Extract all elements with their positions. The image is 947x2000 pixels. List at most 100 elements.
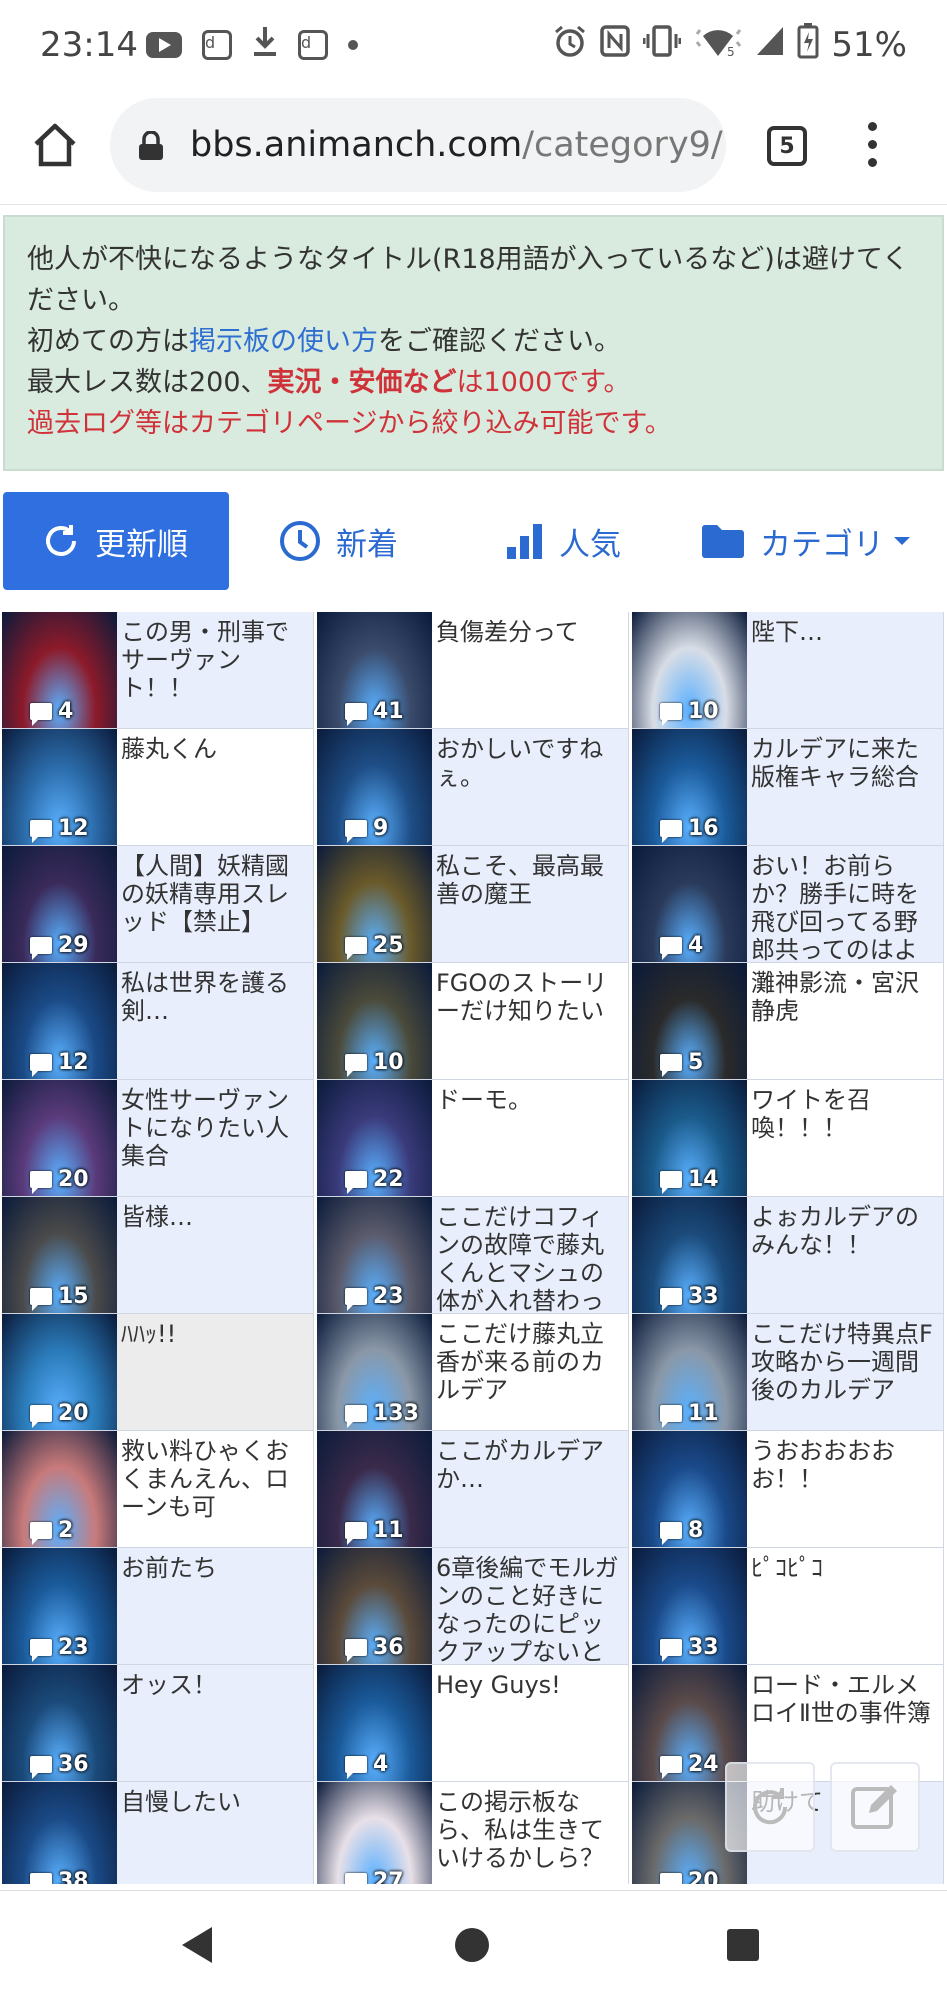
thread-thumbnail: 15 <box>2 1197 117 1313</box>
d-app-icon: d <box>202 30 232 60</box>
refresh-fab-button[interactable] <box>725 1762 815 1852</box>
thread-item[interactable]: 15 皆様… <box>2 1197 314 1314</box>
thread-item[interactable]: 36 オッス！ <box>2 1665 314 1782</box>
reply-count: 5 <box>660 1050 703 1077</box>
comment-icon <box>30 1171 52 1194</box>
tab-popular[interactable]: 人気 <box>505 492 621 590</box>
thread-item[interactable]: 8 うおおおおおお！！ <box>632 1431 944 1548</box>
more-menu-icon[interactable] <box>866 122 878 172</box>
thread-item[interactable]: 4 Hey Guys! <box>317 1665 629 1782</box>
reply-count-number: 36 <box>58 1752 89 1777</box>
reply-count: 20 <box>30 1401 89 1428</box>
thread-thumbnail: 133 <box>317 1314 432 1430</box>
reply-count: 33 <box>660 1635 719 1662</box>
new-thread-fab-button[interactable] <box>830 1762 920 1852</box>
reply-count: 24 <box>660 1752 719 1779</box>
home-circle-icon[interactable] <box>452 1925 492 1965</box>
reply-count-number: 10 <box>688 699 719 724</box>
home-icon[interactable] <box>30 120 80 170</box>
reply-count-number: 22 <box>373 1167 404 1192</box>
thread-item[interactable]: 29 【人間】妖精國の妖精専用スレッド【禁止】 <box>2 846 314 963</box>
comment-icon <box>345 1522 367 1545</box>
thread-title: 【人間】妖精國の妖精専用スレッド【禁止】 <box>121 852 289 936</box>
comment-icon <box>345 1054 367 1077</box>
reply-count-number: 15 <box>58 1284 89 1309</box>
thread-title: ここだけ特異点F攻略から一週間後のカルデア <box>751 1320 933 1404</box>
back-icon[interactable] <box>178 1925 216 1965</box>
thread-item[interactable]: 27 この掲示板なら、私は生きていけるかしら？ <box>317 1782 629 1884</box>
reply-count: 4 <box>30 699 73 726</box>
thread-item[interactable]: 23 お前たち <box>2 1548 314 1665</box>
comment-icon <box>30 703 52 726</box>
reply-count-number: 2 <box>58 1518 74 1543</box>
comment-icon <box>660 1756 682 1779</box>
thread-item[interactable]: 10 FGOのストーリーだけ知りたい <box>317 963 629 1080</box>
reply-count-number: 8 <box>688 1518 704 1543</box>
thread-title: 藤丸くん <box>121 735 217 763</box>
reply-count: 15 <box>30 1284 89 1311</box>
thread-thumbnail: 33 <box>632 1197 747 1313</box>
thread-item[interactable]: 11 ここだけ特異点F攻略から一週間後のカルデア <box>632 1314 944 1431</box>
thread-thumbnail: 27 <box>317 1782 432 1884</box>
tab-label: 新着 <box>336 526 398 563</box>
thread-thumbnail: 10 <box>632 612 747 728</box>
thread-title: 女性サーヴァントになりたい人集合 <box>121 1086 289 1170</box>
tab-switcher-button[interactable]: 5 <box>767 126 807 166</box>
thread-thumbnail: 12 <box>2 963 117 1079</box>
tab-label: カテゴリ <box>760 526 884 563</box>
thread-item[interactable]: 22 ドーモ。 <box>317 1080 629 1197</box>
reply-count-number: 23 <box>58 1635 89 1660</box>
thread-item[interactable]: 2 救い料ひゃくおくまんえん、ローンも可 <box>2 1431 314 1548</box>
thread-thumbnail: 9 <box>317 729 432 845</box>
reply-count: 14 <box>660 1167 719 1194</box>
tab-label: 更新順 <box>95 526 188 563</box>
thread-title: おかしいですねぇ。 <box>436 735 604 791</box>
thread-item[interactable]: 12 私は世界を護る剣… <box>2 963 314 1080</box>
thread-item[interactable]: 14 ワイトを召喚！！！ <box>632 1080 944 1197</box>
thread-item[interactable]: 16 カルデアに来た版権キャラ総合 <box>632 729 944 846</box>
reply-count: 23 <box>345 1284 404 1311</box>
thread-thumbnail: 4 <box>317 1665 432 1781</box>
howto-link[interactable]: 掲示板の使い方 <box>189 326 378 357</box>
thread-item[interactable]: 38 自慢したい <box>2 1782 314 1884</box>
comment-icon <box>30 1405 52 1428</box>
notice-text: 初めての方は <box>27 326 189 357</box>
reply-count-number: 27 <box>373 1869 404 1884</box>
comment-icon <box>660 1639 682 1662</box>
thread-title: お前たち <box>121 1554 217 1582</box>
thread-item[interactable]: 36 6章後編でモルガンのこと好きになったのにピックアップないと <box>317 1548 629 1665</box>
thread-thumbnail: 25 <box>317 846 432 962</box>
tab-update-order[interactable]: 更新順 <box>3 492 229 590</box>
thread-item[interactable]: 25 私こそ、最高最善の魔王 <box>317 846 629 963</box>
thread-item[interactable]: 33 ﾋﾟｺﾋﾟｺ <box>632 1548 944 1665</box>
thread-thumbnail: 11 <box>317 1431 432 1547</box>
nfc-icon <box>599 24 631 67</box>
thread-item[interactable]: 41 負傷差分って <box>317 612 629 729</box>
recents-icon[interactable] <box>725 1927 761 1963</box>
reply-count-number: 36 <box>373 1635 404 1660</box>
thread-item[interactable]: 20 ﾊﾊｯ!! <box>2 1314 314 1431</box>
thread-item[interactable]: 11 ここがカルデアか… <box>317 1431 629 1548</box>
d-app-icon: d <box>298 30 328 60</box>
url-bar[interactable]: bbs.animanch.com/category9/ <box>110 98 726 192</box>
thread-title: FGOのストーリーだけ知りたい <box>436 969 608 1025</box>
tab-category[interactable]: カテゴリ <box>700 492 912 590</box>
thread-item[interactable]: 33 よぉカルデアのみんな！！ <box>632 1197 944 1314</box>
thread-item[interactable]: 20 女性サーヴァントになりたい人集合 <box>2 1080 314 1197</box>
tab-new[interactable]: 新着 <box>278 492 398 590</box>
thread-item[interactable]: 12 藤丸くん <box>2 729 314 846</box>
edit-icon <box>851 1785 897 1829</box>
thread-thumbnail: 16 <box>632 729 747 845</box>
thread-item[interactable]: 4 この男・刑事でサーヴァント！！ <box>2 612 314 729</box>
reply-count-number: 11 <box>688 1401 719 1426</box>
reply-count-number: 25 <box>373 933 404 958</box>
thread-item[interactable]: 4 おい！お前らか？勝手に時を飛び回ってる野郎共ってのはよ <box>632 846 944 963</box>
thread-item[interactable]: 9 おかしいですねぇ。 <box>317 729 629 846</box>
thread-item[interactable]: 23 ここだけコフィンの故障で藤丸くんとマシュの体が入れ替わっ <box>317 1197 629 1314</box>
thread-item[interactable]: 5 灘神影流・宮沢静虎 <box>632 963 944 1080</box>
thread-item[interactable]: 10 陛下… <box>632 612 944 729</box>
reply-count-number: 11 <box>373 1518 404 1543</box>
notice-box: 他人が不快になるようなタイトル(R18用語が入っているなど)は避けてください。 … <box>3 215 944 471</box>
folder-icon <box>702 525 744 558</box>
thread-item[interactable]: 133 ここだけ藤丸立香が来る前のカルデア <box>317 1314 629 1431</box>
